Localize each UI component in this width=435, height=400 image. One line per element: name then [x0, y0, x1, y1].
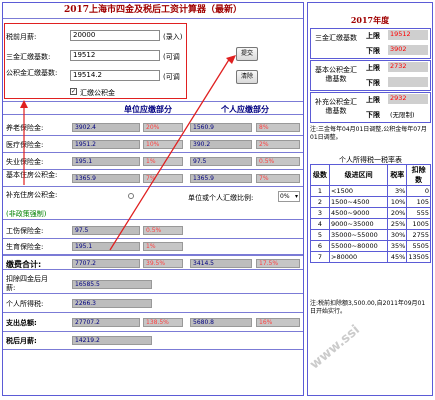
- tax-cell-level: 4: [310, 218, 330, 230]
- lower-value: 3902: [388, 45, 428, 55]
- tax-cell-deduct: 13505: [406, 251, 431, 263]
- tax-cell-deduct: 2755: [406, 229, 431, 241]
- right-item-label: 补充公积金汇缴基数: [315, 98, 357, 115]
- tax-cell-range: 35000~55000: [328, 229, 389, 241]
- upper-value: 19512: [388, 30, 428, 40]
- tax-rate-row: 6 55000~80000 35% 5505: [310, 240, 431, 252]
- right-item-label: 基本公积金汇缴基数: [315, 66, 357, 83]
- tax-cell-level: 5: [310, 229, 330, 241]
- tax-header-range: 级进区间: [328, 164, 389, 186]
- lower-label: 下限: [366, 47, 380, 55]
- tax-cell-rate: 3%: [387, 185, 408, 197]
- annotation-arrows: [20, 55, 236, 251]
- tax-cell-deduct: 5505: [406, 240, 431, 252]
- right-note-1: 注:三金每年04月01日调整,公积金每年07月01日调整。: [310, 126, 427, 141]
- tax-cell-deduct: 0: [406, 185, 431, 197]
- tax-header-level: 级数: [310, 164, 330, 186]
- tax-header-deduct: 扣除数: [406, 164, 431, 186]
- right-item-label: 三金汇缴基数: [315, 34, 357, 42]
- tax-cell-rate: 25%: [387, 218, 408, 230]
- upper-label: 上限: [366, 64, 380, 72]
- upper-label: 上限: [366, 32, 380, 40]
- tax-cell-deduct: 1005: [406, 218, 431, 230]
- tax-cell-level: 6: [310, 240, 330, 252]
- tax-cell-deduct: 105: [406, 196, 431, 208]
- tax-cell-range: 1500~4500: [328, 196, 389, 208]
- tax-cell-rate: 20%: [387, 207, 408, 219]
- tax-cell-deduct: 555: [406, 207, 431, 219]
- tax-header-rate: 税率: [387, 164, 408, 186]
- tax-cell-level: 1: [310, 185, 330, 197]
- tax-rate-row: 2 1500~4500 10% 105: [310, 196, 431, 208]
- tax-cell-rate: 45%: [387, 251, 408, 263]
- right-panel-title: 2017年度: [350, 15, 390, 25]
- tax-rate-row: 7 >80000 45% 13505: [310, 251, 431, 263]
- tax-cell-range: 9000~35000: [328, 218, 389, 230]
- lower-value: (无限制): [390, 111, 415, 119]
- tax-cell-rate: 10%: [387, 196, 408, 208]
- upper-value: 2932: [388, 94, 428, 104]
- tax-cell-range: 55000~80000: [328, 240, 389, 252]
- upper-value: 2732: [388, 62, 428, 72]
- tax-cell-level: 7: [310, 251, 330, 263]
- tax-cell-range: <1500: [328, 185, 389, 197]
- tax-cell-range: >80000: [328, 251, 389, 263]
- upper-label: 上限: [366, 96, 380, 104]
- tax-rate-row: 4 9000~35000 25% 1005: [310, 218, 431, 230]
- tax-rate-table: 级数 级进区间 税率 扣除数 1 <1500 3% 0 2 1500~4500 10% 105…: [310, 164, 431, 263]
- tax-rate-row: 1 <1500 3% 0: [310, 185, 431, 197]
- tax-cell-range: 4500~9000: [328, 207, 389, 219]
- lower-label: 下限: [366, 79, 380, 87]
- lower-label: 下限: [366, 111, 380, 119]
- tax-cell-rate: 30%: [387, 229, 408, 241]
- right-note-2: 注:税前扣除额3,500.00,自2011年09月01日开始实行。: [310, 300, 426, 315]
- tax-cell-level: 2: [310, 196, 330, 208]
- tax-rate-row: 5 35000~55000 30% 2755: [310, 229, 431, 241]
- lower-value: [388, 77, 428, 87]
- tax-cell-rate: 35%: [387, 240, 408, 252]
- tax-cell-level: 3: [310, 207, 330, 219]
- tax-rate-row: 3 4500~9000 20% 555: [310, 207, 431, 219]
